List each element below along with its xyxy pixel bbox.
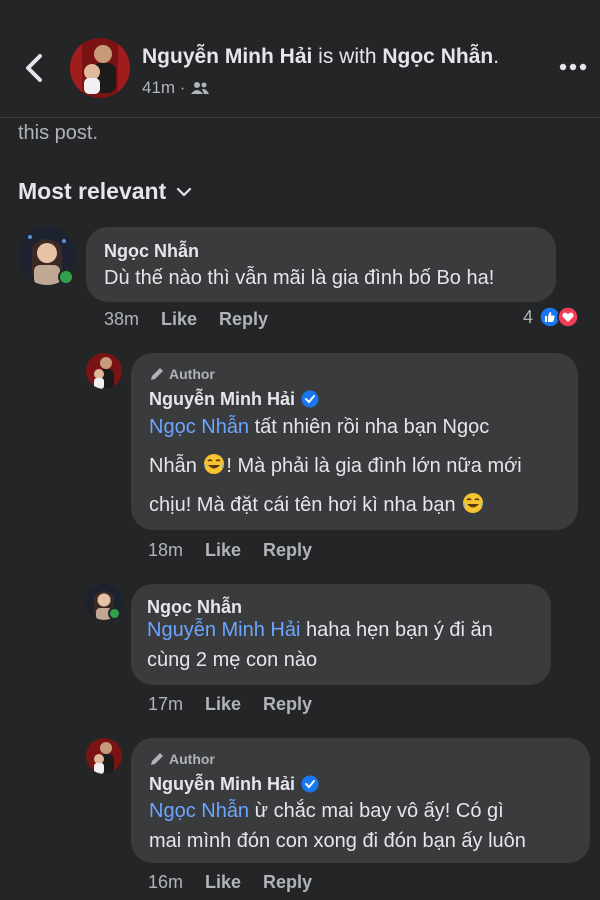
reply-button[interactable]: Reply [263,694,312,715]
back-arrow-icon[interactable] [18,50,50,86]
comment-actions: 38m Like Reply [104,309,268,330]
like-button[interactable]: Like [205,872,241,893]
comment-line: cùng 2 mẹ con nào [147,649,318,671]
post-time: 41m · [142,78,186,97]
reaction-summary[interactable]: 4 [523,306,579,328]
author-avatar[interactable] [70,38,130,98]
sort-label: Most relevant [18,178,167,204]
author-badge: Author [149,366,215,382]
comment-bubble: Author Nguyễn Minh Hải Ngọc Nhẫn ừ chắc … [131,738,590,863]
sort-dropdown[interactable]: Most relevant [18,178,192,205]
online-status-dot [58,269,74,285]
comment-line: tất nhiên rồi nha bạn Ngọc [249,416,490,438]
commenter-name-text: Nguyễn Minh Hải [149,774,296,794]
comment-time: 16m [148,872,184,892]
author-badge: Author [149,751,215,767]
author-badge-label: Author [169,751,215,767]
header-divider [0,117,600,118]
comment-time: 18m [148,540,184,560]
mention-link[interactable]: Nguyễn Minh Hải [147,619,300,641]
comment-text: Dù thế nào thì vẫn mãi là gia đình bố Bo… [104,267,495,289]
comment-time: 38m [104,309,140,329]
post-text-fragment: this post. [18,122,99,144]
post-title: Nguyễn Minh Hải is with Ngọc Nhẫn. [142,45,499,69]
verified-badge-icon [301,390,319,408]
with-text: is with [312,45,383,68]
comment-line: haha hẹn bạn ý đi ăn [300,619,493,641]
title-suffix: . [493,45,500,68]
like-button[interactable]: Like [205,540,241,561]
more-options-icon[interactable] [558,60,588,74]
like-button[interactable]: Like [161,309,197,330]
post-header: Nguyễn Minh Hải is with Ngọc Nhẫn. 41m · [0,0,600,118]
love-reaction-icon [557,306,579,328]
comment-bubble: Author Nguyễn Minh Hải Ngọc Nhẫn tất nhi… [131,353,578,530]
comment-line: chịu! Mà đặt cái tên hơi kì nha bạn [149,494,462,516]
commenter-avatar[interactable] [86,738,122,774]
comment-actions: 16m Like Reply [148,872,312,893]
comment-line: Nhẫn [149,455,203,477]
comment-time: 17m [148,694,184,714]
like-button[interactable]: Like [205,694,241,715]
reply-button[interactable]: Reply [263,540,312,561]
tears-of-joy-emoji-icon [463,493,484,513]
comment-line: ! Mà phải là gia đình lớn nữa mới [226,455,522,477]
comment-text: Ngọc Nhẫn tất nhiên rồi nha bạn Ngọc Nhẫ… [149,408,522,525]
pencil-icon [151,753,163,765]
post-meta: 41m · [142,78,210,98]
comment-text: Nguyễn Minh Hải haha hẹn bạn ý đi ăn cùn… [147,615,493,675]
verified-badge-icon [301,775,319,793]
comment-line: mai mình đón con xong đi đón bạn ấy luôn [149,830,526,852]
mention-link[interactable]: Ngọc Nhẫn [149,800,249,822]
reply-button[interactable]: Reply [263,872,312,893]
commenter-avatar[interactable] [86,353,122,389]
reply-button[interactable]: Reply [219,309,268,330]
author-name-link[interactable]: Nguyễn Minh Hải [142,45,312,68]
comment-bubble: Ngọc Nhẫn Dù thế nào thì vẫn mãi là gia … [86,227,556,302]
comment-text: Ngọc Nhẫn ừ chắc mai bay vô ấy! Có gì ma… [149,796,526,856]
comment-line: ừ chắc mai bay vô ấy! Có gì [249,800,504,822]
reaction-count: 4 [523,306,534,327]
author-badge-label: Author [169,366,215,382]
commenter-name[interactable]: Nguyễn Minh Hải [149,774,319,795]
tears-of-joy-emoji-icon [204,454,225,474]
commenter-name-text: Nguyễn Minh Hải [149,389,296,409]
mention-link[interactable]: Ngọc Nhẫn [149,416,249,438]
commenter-name[interactable]: Nguyễn Minh Hải [149,389,319,410]
online-status-dot [108,607,121,620]
tagged-name-link[interactable]: Ngọc Nhẫn [382,45,493,68]
chevron-down-icon [177,187,192,197]
friends-icon [191,82,210,94]
comment-bubble: Ngọc Nhẫn Nguyễn Minh Hải haha hẹn bạn ý… [131,584,551,685]
pencil-icon [151,368,163,380]
comment-actions: 18m Like Reply [148,540,312,561]
comment-actions: 17m Like Reply [148,694,312,715]
